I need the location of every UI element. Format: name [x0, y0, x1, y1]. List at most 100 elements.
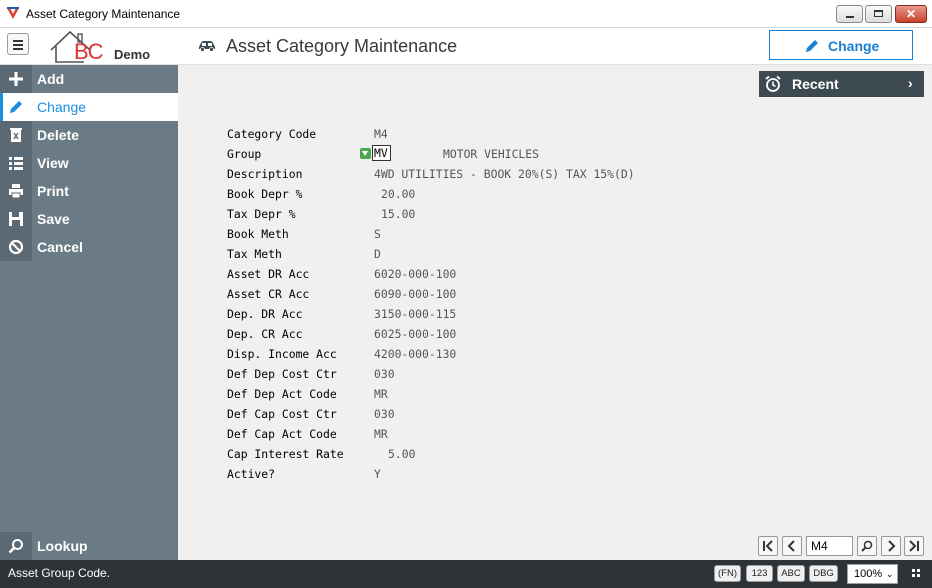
car-icon — [199, 41, 215, 52]
field-label: Group — [227, 147, 262, 161]
field-label: Def Cap Cost Ctr — [227, 407, 337, 421]
chevron-down-icon: ⌄ — [886, 569, 894, 579]
field-value[interactable]: Y — [374, 467, 381, 481]
logo-text: BC — [74, 39, 104, 64]
field-def-dep-act-code: Def Dep Act Code MR — [227, 387, 727, 407]
dropdown-indicator-icon[interactable] — [360, 148, 371, 159]
group-description: MOTOR VEHICLES — [443, 147, 540, 161]
field-def-cap-cost-ctr: Def Cap Cost Ctr 030 — [227, 407, 727, 427]
last-record-button[interactable] — [904, 536, 924, 556]
search-icon — [8, 539, 23, 554]
field-book-depr: Book Depr % 20.00 — [227, 187, 727, 207]
field-value[interactable]: M4 — [374, 127, 388, 141]
field-label: Book Meth — [227, 227, 289, 241]
field-def-dep-cost-ctr: Def Dep Cost Ctr 030 — [227, 367, 727, 387]
field-dep-cr-acc: Dep. CR Acc 6025-000-100 — [227, 327, 727, 347]
chevron-right-icon — [888, 540, 896, 552]
logo-subtitle: Demo — [114, 47, 151, 62]
field-value[interactable]: 030 — [374, 367, 395, 381]
field-asset-cr-acc: Asset CR Acc 6090-000-100 — [227, 287, 727, 307]
recent-label: Recent — [792, 76, 839, 92]
company-logo: BC Demo — [48, 28, 158, 64]
first-record-button[interactable] — [758, 536, 778, 556]
maximize-button[interactable] — [865, 5, 892, 23]
field-label: Def Dep Cost Ctr — [227, 367, 337, 381]
group-code-input[interactable]: MV — [372, 145, 391, 161]
plus-icon — [9, 72, 23, 86]
sidebar-item-add[interactable]: Add — [0, 65, 178, 93]
sidebar-item-label: Change — [37, 99, 87, 115]
sidebar-item-change[interactable]: Change — [0, 93, 178, 121]
search-icon — [861, 540, 873, 552]
app-header: BC Demo Asset Category Maintenance Chang… — [0, 28, 932, 65]
page-title: Asset Category Maintenance — [226, 36, 458, 56]
field-value[interactable]: 6020-000-100 — [374, 267, 456, 281]
field-label: Def Cap Act Code — [227, 427, 337, 441]
pencil-icon — [806, 40, 818, 52]
zoom-select[interactable]: 100% ⌄ — [847, 564, 898, 584]
field-label: Def Dep Act Code — [227, 387, 337, 401]
field-value[interactable]: 4WD UTILITIES - BOOK 20%(S) TAX 15%(D) — [374, 167, 635, 181]
next-record-button[interactable] — [881, 536, 901, 556]
field-label: Dep. CR Acc — [227, 327, 303, 341]
alarm-clock-icon — [765, 75, 781, 92]
previous-record-button[interactable] — [782, 536, 802, 556]
field-value[interactable]: 20.00 — [381, 187, 415, 201]
recent-panel-toggle[interactable]: Recent › — [759, 71, 924, 97]
record-search-button[interactable] — [857, 536, 877, 556]
alpha-mode-badge[interactable]: ABC — [777, 565, 805, 582]
pencil-icon — [10, 101, 22, 113]
field-value[interactable]: S — [374, 227, 381, 241]
sidebar-item-label: Cancel — [37, 239, 83, 255]
field-label: Asset CR Acc — [227, 287, 310, 301]
resize-grip-icon[interactable] — [912, 569, 920, 577]
close-button[interactable]: ✕ — [895, 5, 927, 23]
field-value[interactable]: 3150-000-115 — [374, 307, 456, 321]
field-label: Tax Depr % — [227, 207, 296, 221]
numeric-mode-badge[interactable]: 123 — [746, 565, 773, 582]
record-search-input[interactable]: M4 — [806, 536, 853, 556]
change-button-label: Change — [828, 38, 880, 54]
sidebar-item-save[interactable]: Save — [0, 205, 178, 233]
field-value[interactable]: 15.00 — [381, 207, 415, 221]
sidebar-item-label: Save — [37, 211, 70, 227]
sidebar-item-label: Add — [37, 71, 65, 87]
maximize-icon — [874, 10, 883, 17]
field-asset-dr-acc: Asset DR Acc 6020-000-100 — [227, 267, 727, 287]
field-active: Active? Y — [227, 467, 727, 487]
field-value[interactable]: 4200-000-130 — [374, 347, 456, 361]
minimize-button[interactable] — [836, 5, 863, 23]
sidebar-item-lookup[interactable]: Lookup — [0, 532, 178, 560]
sidebar-item-view[interactable]: View — [0, 149, 178, 177]
sidebar-item-cancel[interactable]: Cancel — [0, 233, 178, 261]
field-label: Active? — [227, 467, 276, 481]
debug-badge[interactable]: DBG — [809, 565, 838, 582]
field-value[interactable]: 6025-000-100 — [374, 327, 456, 341]
sidebar-item-delete[interactable]: Delete — [0, 121, 178, 149]
field-value[interactable]: MR — [374, 387, 388, 401]
field-label: Cap Interest Rate — [227, 447, 344, 461]
field-label: Book Depr % — [227, 187, 303, 201]
status-message: Asset Group Code. — [8, 566, 111, 580]
field-value[interactable]: MR — [374, 427, 388, 441]
skip-last-icon — [909, 540, 919, 552]
menu-button[interactable] — [7, 33, 29, 55]
trash-icon — [10, 128, 22, 142]
field-value[interactable]: D — [374, 247, 381, 261]
sidebar-item-print[interactable]: Print — [0, 177, 178, 205]
change-button[interactable]: Change — [769, 30, 913, 60]
skip-first-icon — [763, 540, 773, 552]
sidebar: Add Change Delete View Print Save Cancel… — [0, 65, 178, 560]
field-value[interactable]: 6090-000-100 — [374, 287, 456, 301]
field-value[interactable]: 030 — [374, 407, 395, 421]
status-bar: Asset Group Code. (FN) 123 ABC DBG 100% … — [0, 560, 932, 588]
window-titlebar: Asset Category Maintenance ✕ — [0, 0, 932, 28]
close-icon: ✕ — [905, 7, 917, 21]
field-label: Description — [227, 167, 303, 181]
field-value[interactable]: 5.00 — [388, 447, 415, 461]
printer-icon — [9, 184, 23, 199]
field-tax-meth: Tax Meth D — [227, 247, 727, 267]
fn-badge[interactable]: (FN) — [714, 565, 741, 582]
field-tax-depr: Tax Depr % 15.00 — [227, 207, 727, 227]
field-cap-interest-rate: Cap Interest Rate 5.00 — [227, 447, 727, 467]
